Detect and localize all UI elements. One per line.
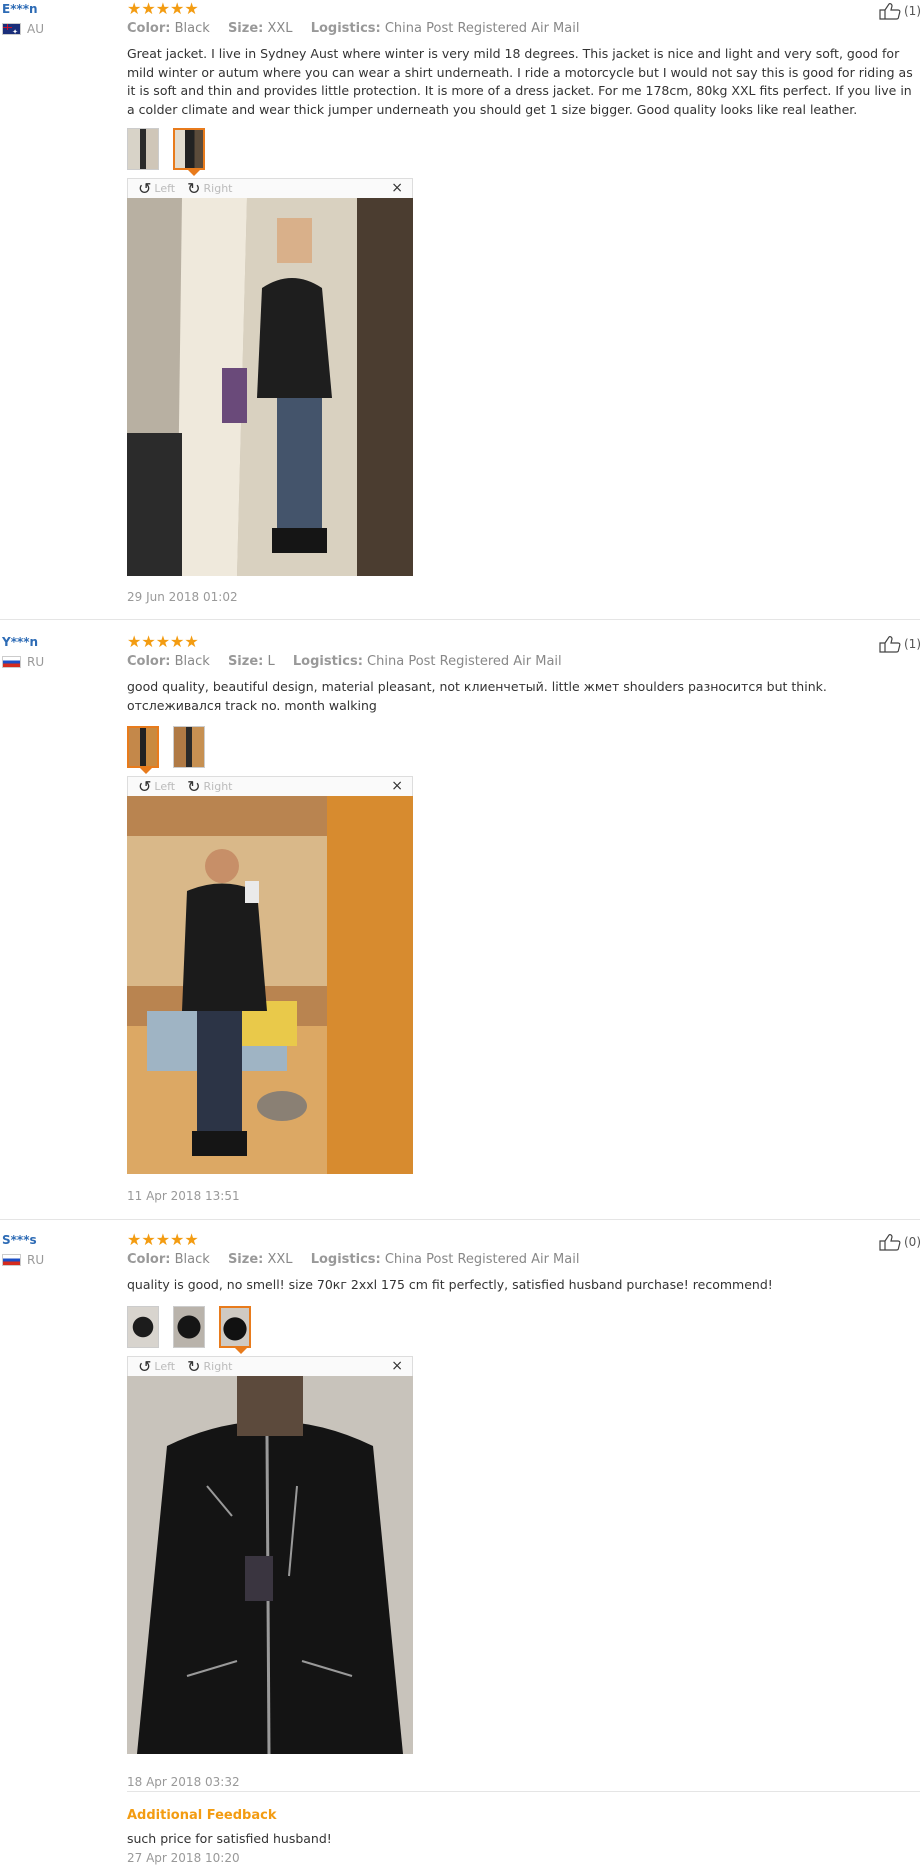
user-country: RU (2, 655, 44, 669)
photo-thumbnails (127, 128, 205, 170)
photo-thumbnail-active[interactable] (173, 128, 205, 170)
star-rating: ★★★★★ (127, 1230, 199, 1249)
thumbs-up-icon (879, 1234, 901, 1251)
helpful-count: (1) (904, 637, 921, 651)
review-text: good quality, beautiful design, material… (127, 679, 827, 713)
rotate-right-icon: ↻ (187, 776, 201, 796)
rotate-left-button[interactable]: ↺ Left (138, 1356, 175, 1376)
rotate-right-button[interactable]: ↻ Right (187, 1356, 232, 1376)
review-meta: Color: Black Size: XXL Logistics: China … (127, 1252, 580, 1267)
rotate-left-icon: ↺ (138, 776, 152, 796)
review-date: 11 Apr 2018 13:51 (127, 1189, 240, 1203)
color-value: Black (174, 21, 210, 36)
helpful-count: (0) (904, 1235, 921, 1249)
country-code: AU (27, 22, 44, 36)
close-icon[interactable]: × (391, 180, 403, 196)
thumbnail-pointer (140, 768, 152, 774)
thumbnail-pointer (235, 1348, 247, 1354)
rotate-left-icon: ↺ (138, 178, 152, 198)
additional-feedback-date: 27 Apr 2018 10:20 (127, 1851, 240, 1865)
star-rating: ★★★★★ (127, 632, 199, 651)
review-divider (0, 619, 920, 620)
review-photo (127, 1376, 413, 1754)
additional-feedback-divider (127, 1791, 920, 1792)
review-photo (127, 796, 413, 1174)
additional-feedback-text: such price for satisfied husband! (127, 1831, 332, 1846)
review-date: 18 Apr 2018 03:32 (127, 1775, 240, 1789)
star-rating: ★★★★★ (127, 0, 199, 18)
helpful-button[interactable]: (0) (879, 1233, 921, 1251)
country-code: RU (27, 1253, 45, 1267)
user-country: AU (2, 22, 44, 36)
photo-thumbnail[interactable] (173, 1306, 205, 1348)
viewer-toolbar: ↺ Left ↻ Right × (127, 776, 413, 796)
country-code: RU (27, 655, 45, 669)
user-name-link[interactable]: E***n (2, 2, 44, 16)
rotate-left-icon: ↺ (138, 1356, 152, 1376)
photo-thumbnail-active[interactable] (127, 726, 159, 768)
photo-thumbnail[interactable] (127, 128, 159, 170)
close-icon[interactable]: × (391, 1358, 403, 1374)
review-meta: Color: Black Size: L Logistics: China Po… (127, 654, 562, 669)
review-user: Y***n RU (2, 635, 44, 669)
photo-thumbnails (127, 726, 205, 768)
flag-icon (2, 23, 21, 35)
review-divider (0, 1219, 920, 1220)
rotate-right-button[interactable]: ↻ Right (187, 776, 232, 796)
viewer-toolbar: ↺ Left ↻ Right × (127, 1356, 413, 1376)
logistics-value: China Post Registered Air Mail (384, 21, 580, 36)
flag-icon (2, 1254, 21, 1266)
logistics-value: China Post Registered Air Mail (367, 654, 562, 669)
review-photo-image (127, 796, 413, 1174)
user-country: RU (2, 1253, 44, 1267)
review-user: S***s RU (2, 1233, 44, 1267)
size-value: L (267, 654, 275, 669)
photo-thumbnail[interactable] (173, 726, 205, 768)
photo-thumbnails (127, 1306, 251, 1348)
review-photo-image (127, 198, 413, 576)
photo-viewer: ↺ Left ↻ Right × (127, 1356, 413, 1754)
flag-icon (2, 656, 21, 668)
photo-thumbnail-active[interactable] (219, 1306, 251, 1348)
thumbs-up-icon (879, 3, 901, 20)
photo-thumbnail[interactable] (127, 1306, 159, 1348)
review-text: Great jacket. I live in Sydney Aust wher… (127, 46, 913, 117)
review-date: 29 Jun 2018 01:02 (127, 590, 238, 604)
user-name-link[interactable]: S***s (2, 1233, 44, 1247)
photo-viewer: ↺ Left ↻ Right × (127, 776, 413, 1174)
review-photo-image (127, 1376, 413, 1754)
additional-feedback-title: Additional Feedback (127, 1808, 277, 1823)
review-text: quality is good, no smell! size 70кг 2xx… (127, 1277, 773, 1292)
rotate-right-icon: ↻ (187, 178, 201, 198)
rotate-left-button[interactable]: ↺ Left (138, 776, 175, 796)
rotate-right-icon: ↻ (187, 1356, 201, 1376)
thumbnail-pointer (188, 170, 200, 176)
size-value: XXL (267, 21, 293, 36)
color-value: Black (174, 654, 210, 669)
rotate-right-button[interactable]: ↻ Right (187, 178, 232, 198)
close-icon[interactable]: × (391, 778, 403, 794)
review-meta: Color: Black Size: XXL Logistics: China … (127, 21, 580, 36)
photo-viewer: ↺ Left ↻ Right × (127, 178, 413, 576)
color-value: Black (174, 1252, 210, 1267)
viewer-toolbar: ↺ Left ↻ Right × (127, 178, 413, 198)
helpful-count: (1) (904, 4, 921, 18)
helpful-button[interactable]: (1) (879, 2, 921, 20)
review-photo (127, 198, 413, 576)
review-user: E***n AU (2, 2, 44, 36)
size-value: XXL (267, 1252, 293, 1267)
logistics-value: China Post Registered Air Mail (384, 1252, 580, 1267)
thumbs-up-icon (879, 636, 901, 653)
rotate-left-button[interactable]: ↺ Left (138, 178, 175, 198)
helpful-button[interactable]: (1) (879, 635, 921, 653)
user-name-link[interactable]: Y***n (2, 635, 44, 649)
